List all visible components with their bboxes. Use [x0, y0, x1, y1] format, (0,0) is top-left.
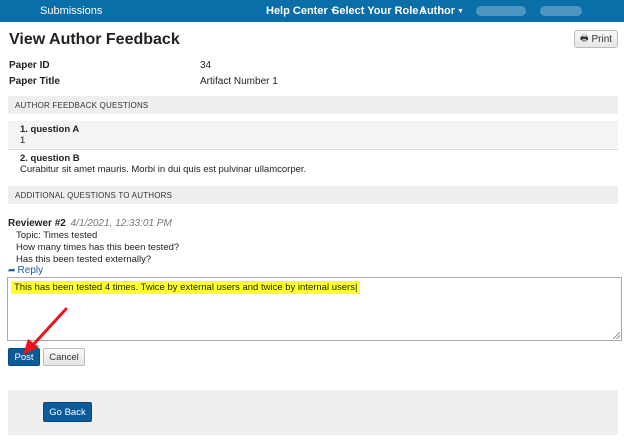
reply-text-highlighted: This has been tested 4 times. Twice by e…	[11, 281, 361, 294]
reviewer-name: Reviewer #2	[8, 218, 66, 229]
reply-textarea[interactable]: This has been tested 4 times. Twice by e…	[7, 277, 622, 341]
page-title: View Author Feedback	[9, 31, 180, 48]
reply-link-label: Reply	[17, 265, 44, 276]
nav-help-center-label: Help Center	[266, 5, 328, 17]
author-feedback-header: AUTHOR FEEDBACK QUESTIONS	[8, 96, 618, 114]
nav-help-center[interactable]: Help Center ▼	[266, 5, 337, 17]
additional-questions-header: ADDITIONAL QUESTIONS TO AUTHORS	[8, 186, 618, 204]
paper-id-label: Paper ID	[9, 60, 50, 71]
review-question: Has this been tested externally?	[16, 254, 152, 265]
reviewer-heading: Reviewer #2 4/1/2021, 12:33:01 PM	[8, 218, 172, 229]
footer-bar	[8, 390, 618, 435]
paper-title-value: Artifact Number 1	[200, 76, 278, 87]
paper-title-label: Paper Title	[9, 76, 60, 87]
review-question: How many times has this been tested?	[16, 242, 180, 253]
question-answer: Curabitur sit amet mauris. Morbi in dui …	[20, 164, 307, 175]
caret-down-icon: ▼	[457, 8, 464, 15]
divider	[8, 149, 618, 150]
resize-grip-icon[interactable]	[613, 332, 620, 339]
nav-role-label: Author	[419, 5, 456, 17]
print-button-label: Print	[591, 33, 613, 45]
blurred-user-name[interactable]	[476, 6, 526, 16]
question-title: 2. question B	[20, 153, 80, 164]
reply-arrow-icon: ➦	[8, 265, 16, 275]
go-back-button[interactable]: Go Back	[43, 402, 92, 422]
nav-submissions[interactable]: Submissions	[40, 5, 102, 17]
nav-select-role-label: Select Your Role :	[332, 5, 426, 17]
question-answer: 1	[20, 135, 26, 146]
print-button[interactable]: 🖶 Print	[574, 30, 618, 48]
blurred-user-menu[interactable]	[540, 6, 582, 16]
annotation-arrow-icon	[23, 307, 68, 355]
nav-role-author[interactable]: Author ▼	[419, 5, 464, 17]
review-topic: Topic: Times tested	[16, 230, 98, 241]
paper-id-value: 34	[200, 60, 212, 71]
reply-link[interactable]: ➦ Reply	[8, 265, 43, 276]
top-nav-bar: Submissions Help Center ▼ Select Your Rol…	[0, 0, 624, 22]
question-title: 1. question A	[20, 124, 80, 135]
feedback-question-item: 1. question A 1	[8, 121, 618, 148]
review-timestamp: 4/1/2021, 12:33:01 PM	[70, 218, 172, 229]
printer-icon: 🖶	[579, 33, 589, 43]
feedback-question-item: 2. question B Curabitur sit amet mauris.…	[8, 151, 618, 177]
